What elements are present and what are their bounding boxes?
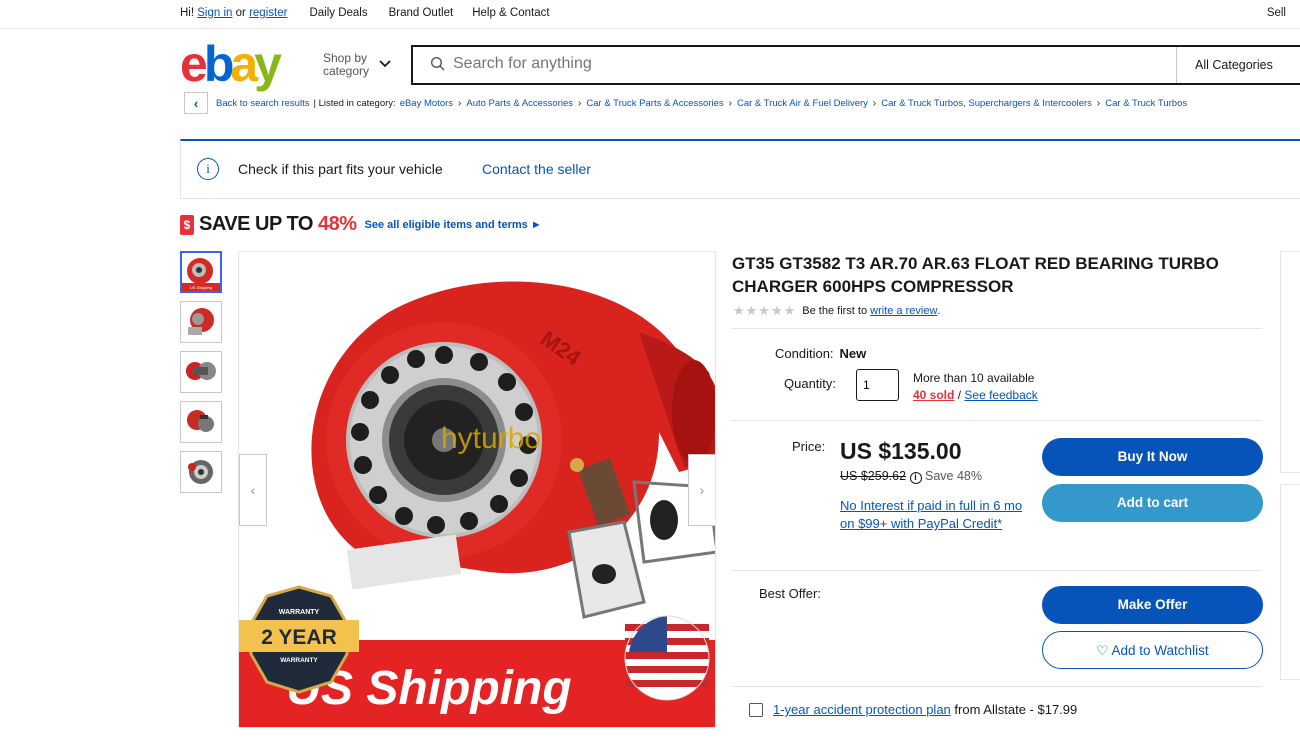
add-to-cart-button[interactable]: Add to cart xyxy=(1042,484,1263,522)
breadcrumb: ‹ Back to search results | Listed in cat… xyxy=(184,92,1187,114)
fitment-box: i Check if this part fits your vehicle C… xyxy=(180,139,1300,199)
breadcrumb-separator-icon: › xyxy=(728,97,732,109)
search-bar: All Categories xyxy=(411,45,1300,85)
thumbnail-image[interactable] xyxy=(180,401,222,443)
thumbnail-image[interactable] xyxy=(180,351,222,393)
back-chevron-icon[interactable]: ‹ xyxy=(184,92,208,114)
seller-info-panel xyxy=(1280,484,1300,680)
breadcrumb-item[interactable]: Car & Truck Turbos, Superchargers & Inte… xyxy=(881,98,1092,109)
divider xyxy=(732,328,1262,329)
greeting: Hi! xyxy=(180,7,195,19)
best-offer-label: Best Offer: xyxy=(759,586,821,601)
rating-row: ★★★★★ Be the first to write a review. xyxy=(733,303,941,318)
product-title: GT35 GT3582 T3 AR.70 AR.63 FLOAT RED BEA… xyxy=(732,254,1219,296)
original-price-row: US $259.62 i Save 48% xyxy=(840,469,982,484)
sold-count-link[interactable]: 40 sold xyxy=(913,388,954,402)
breadcrumb-separator-icon: › xyxy=(578,97,582,109)
svg-text:2 YEAR: 2 YEAR xyxy=(261,626,336,649)
sign-in-link[interactable]: Sign in xyxy=(197,7,232,19)
shop-by-line2: category xyxy=(323,64,370,78)
contact-seller-link[interactable]: Contact the seller xyxy=(482,161,591,177)
or-text: or xyxy=(235,7,246,19)
thumbnail-list: US Shipping xyxy=(180,251,224,501)
condition-value: New xyxy=(839,346,867,361)
prev-image-button[interactable]: ‹ xyxy=(239,454,267,526)
breadcrumb-separator-icon: › xyxy=(458,97,462,109)
shop-by-category-button[interactable]: Shop by category xyxy=(323,52,369,78)
add-to-watchlist-button[interactable]: ♡ Add to Watchlist xyxy=(1042,631,1263,669)
search-icon xyxy=(430,56,445,71)
breadcrumb-separator-icon: › xyxy=(872,97,877,109)
thumbnail-image[interactable]: US Shipping xyxy=(180,251,222,293)
svg-text:WARRANTY: WARRANTY xyxy=(279,609,320,616)
divider xyxy=(732,570,1262,571)
buy-it-now-button[interactable]: Buy It Now xyxy=(1042,438,1263,476)
breadcrumb-item[interactable]: Auto Parts & Accessories xyxy=(466,98,573,109)
search-input[interactable] xyxy=(453,55,1053,73)
price-label: Price: xyxy=(792,439,826,454)
sell-link[interactable]: Sell xyxy=(1267,7,1286,19)
price: US $135.00 xyxy=(840,438,962,464)
breadcrumb-item[interactable]: eBay Motors xyxy=(400,98,453,109)
divider xyxy=(732,686,1262,687)
protection-plan-row: 1-year accident protection plan from All… xyxy=(749,702,1077,717)
ebay-logo[interactable]: ebay xyxy=(180,38,282,90)
thumbnail-image[interactable] xyxy=(180,301,222,343)
protection-plan-link[interactable]: 1-year accident protection plan xyxy=(773,702,951,717)
brand-outlet-link[interactable]: Brand Outlet xyxy=(389,7,454,19)
fitment-text: Check if this part fits your vehicle xyxy=(238,161,443,177)
listed-in-label: | Listed in category: xyxy=(313,97,396,109)
protection-checkbox[interactable] xyxy=(749,702,763,717)
promo-banner: $ SAVE UP TO 48% See all eligible items … xyxy=(180,213,542,236)
seller-panel xyxy=(1280,251,1300,473)
top-bar-left: Hi! Sign in or register Daily Deals Bran… xyxy=(180,7,550,19)
condition-row: Condition: New xyxy=(775,346,867,361)
category-select[interactable]: All Categories xyxy=(1176,47,1291,83)
breadcrumb-item[interactable]: Car & Truck Air & Fuel Delivery xyxy=(737,98,868,109)
see-eligible-items-link[interactable]: See all eligible items and terms ► xyxy=(365,219,542,231)
write-review-link[interactable]: write a review xyxy=(870,305,937,317)
availability: More than 10 available 40 sold / See fee… xyxy=(913,371,1038,402)
paypal-credit-link[interactable]: No Interest if paid in full in 6 mo on $… xyxy=(840,497,1025,533)
quantity-input[interactable] xyxy=(856,369,899,401)
help-contact-link[interactable]: Help & Contact xyxy=(472,7,549,19)
top-bar: Hi! Sign in or register Daily Deals Bran… xyxy=(0,0,1300,29)
save-text: SAVE UP TO 48% xyxy=(199,213,357,235)
breadcrumb-separator-icon: › xyxy=(1096,97,1101,109)
back-to-results-link[interactable]: Back to search results xyxy=(216,98,309,109)
next-image-button[interactable]: › xyxy=(688,454,715,526)
make-offer-button[interactable]: Make Offer xyxy=(1042,586,1263,624)
svg-text:US Shipping: US Shipping xyxy=(190,285,213,290)
register-link[interactable]: register xyxy=(249,7,287,19)
breadcrumb-item[interactable]: Car & Truck Turbos xyxy=(1105,98,1187,109)
quantity-label: Quantity: xyxy=(784,376,837,391)
see-feedback-link[interactable]: See feedback xyxy=(964,388,1037,402)
divider xyxy=(732,420,1262,421)
info-icon: i xyxy=(197,158,219,180)
main-product-image[interactable]: hyturbo M24 US Shipping WARRANTY 2 YEAR … xyxy=(238,251,716,728)
star-rating-icon: ★★★★★ xyxy=(733,303,797,318)
info-icon: i xyxy=(909,472,922,484)
breadcrumb-item[interactable]: Car & Truck Parts & Accessories xyxy=(586,98,723,109)
watermark: hyturbo xyxy=(441,422,541,455)
sale-tag-icon: $ xyxy=(180,214,194,235)
svg-text:WARRANTY: WARRANTY xyxy=(280,657,318,664)
chevron-down-icon[interactable] xyxy=(378,59,392,69)
thumbnail-image[interactable] xyxy=(180,451,222,493)
daily-deals-link[interactable]: Daily Deals xyxy=(309,7,367,19)
